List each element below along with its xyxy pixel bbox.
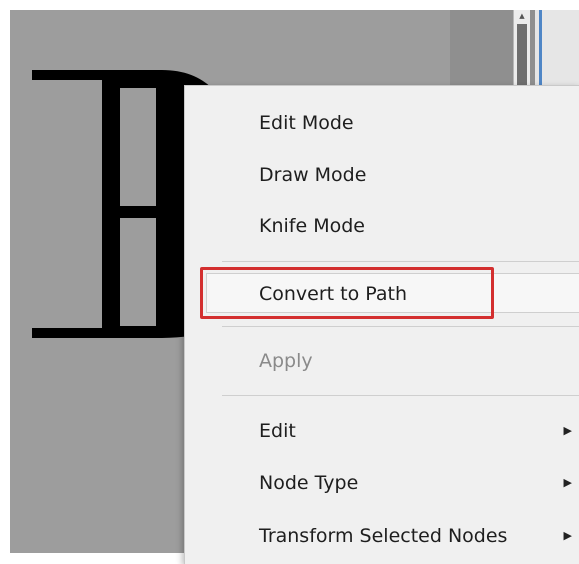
menu-separator bbox=[222, 326, 579, 327]
menu-separator bbox=[222, 261, 579, 262]
chevron-right-icon: ▶ bbox=[563, 529, 572, 542]
menu-item-draw-mode[interactable]: Draw Mode bbox=[185, 155, 579, 195]
menu-item-label: Edit Mode bbox=[259, 112, 354, 134]
chevron-right-icon: ▶ bbox=[563, 476, 572, 489]
menu-item-label: Draw Mode bbox=[259, 164, 367, 186]
menu-item-label: Node Type bbox=[259, 472, 359, 494]
chevron-right-icon: ▶ bbox=[563, 424, 572, 437]
menu-item-label: Apply bbox=[259, 350, 313, 372]
menu-item-node-type[interactable]: Node Type ▶ bbox=[185, 463, 579, 503]
menu-item-apply: Apply bbox=[185, 341, 579, 381]
menu-item-knife-mode[interactable]: Knife Mode bbox=[185, 206, 579, 246]
menu-item-label: Knife Mode bbox=[259, 215, 365, 237]
menu-item-label: Transform Selected Nodes bbox=[259, 525, 508, 547]
scroll-up-icon[interactable]: ▲ bbox=[514, 10, 530, 22]
menu-item-edit[interactable]: Edit ▶ bbox=[185, 411, 579, 451]
menu-separator bbox=[222, 395, 579, 396]
context-menu: Edit Mode Draw Mode Knife Mode Convert t… bbox=[184, 85, 579, 564]
menu-item-label: Edit bbox=[259, 420, 296, 442]
menu-item-convert-to-path[interactable]: Convert to Path bbox=[206, 273, 579, 313]
menu-item-transform-selected-nodes[interactable]: Transform Selected Nodes ▶ bbox=[185, 516, 579, 556]
menu-item-edit-mode[interactable]: Edit Mode bbox=[185, 103, 579, 143]
menu-item-label: Convert to Path bbox=[259, 283, 408, 305]
